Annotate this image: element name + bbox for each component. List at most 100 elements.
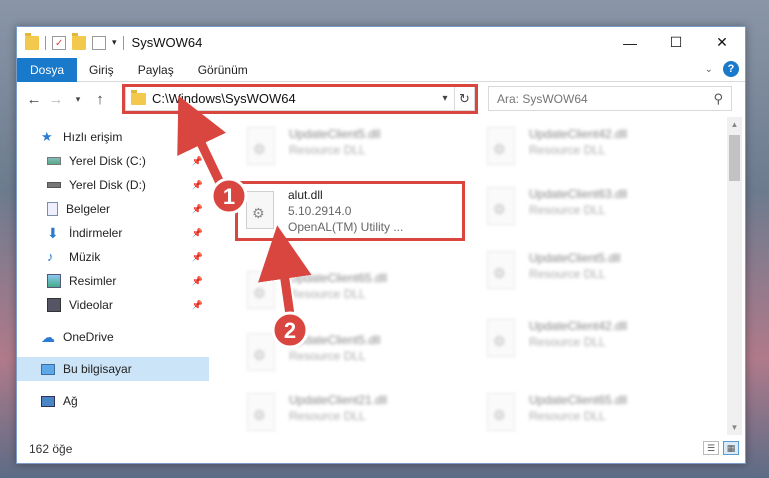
pin-icon[interactable]: 📌 [192, 300, 203, 311]
sidebar-item-label: Yerel Disk (D:) [69, 178, 146, 192]
pictures-icon [47, 274, 61, 288]
file-item[interactable]: ⚙ UpdateClient65.dll Resource DLL [241, 267, 461, 317]
file-description: Resource DLL [529, 267, 606, 281]
back-arrow-icon[interactable]: ← [23, 91, 45, 108]
download-icon: ⬇ [47, 225, 59, 241]
folder-icon [25, 32, 39, 50]
scroll-up-icon[interactable]: ▲ [727, 117, 742, 132]
file-description: OpenAL(TM) Utility ... [288, 220, 404, 234]
sidebar-item-downloads[interactable]: ⬇ İndirmeler 📌 [17, 221, 209, 245]
file-item[interactable]: ⚙ UpdateClient5.dll Resource DLL [241, 123, 461, 173]
sidebar-item-videos[interactable]: Videolar 📌 [17, 293, 209, 317]
window-controls: — ☐ ✕ [607, 27, 745, 58]
sidebar-item-documents[interactable]: Belgeler 📌 [17, 197, 209, 221]
star-icon: ★ [41, 129, 53, 144]
sidebar-item-local-disk-c[interactable]: Yerel Disk (C:) 📌 [17, 149, 209, 173]
file-description: Resource DLL [529, 203, 606, 217]
sidebar-item-onedrive[interactable]: ☁ OneDrive [17, 325, 209, 349]
toolbar-divider [122, 35, 124, 50]
dll-file-icon: ⚙ [481, 315, 521, 363]
file-description: Resource DLL [529, 143, 606, 157]
sidebar-item-network[interactable]: Ağ [17, 389, 209, 413]
window-title: SysWOW64 [131, 35, 203, 50]
file-item[interactable]: ⚙ UpdateClient42.dll Resource DLL [481, 315, 701, 365]
file-item[interactable]: ⚙ UpdateClient65.dll Resource DLL [481, 389, 701, 435]
dll-file-icon: ⚙ [241, 123, 281, 171]
file-name: UpdateClient42.dll [529, 127, 628, 141]
sidebar-item-music[interactable]: ♪ Müzik 📌 [17, 245, 209, 269]
file-version: 5.10.2914.0 [288, 204, 352, 218]
file-description: Resource DLL [289, 143, 366, 157]
file-item[interactable]: ⚙ UpdateClient42.dll Resource DLL [481, 123, 701, 173]
file-item[interactable]: ⚙ UpdateClient5.dll Resource DLL [481, 247, 701, 297]
file-description: Resource DLL [289, 287, 366, 301]
file-list: ⚙ UpdateClient5.dll Resource DLL ⚙ Update… [213, 117, 726, 435]
drive-icon [47, 182, 61, 188]
cloud-icon: ☁ [41, 329, 55, 345]
tab-file[interactable]: Dosya [17, 57, 78, 82]
sidebar-item-label: Hızlı erişim [63, 130, 123, 144]
file-item-alut-dll[interactable]: ⚙ alut.dll 5.10.2914.0 OpenAL(TM) Utilit… [235, 181, 465, 241]
search-input[interactable] [497, 91, 687, 106]
pin-icon[interactable]: 📌 [192, 180, 203, 191]
tiles-view-icon[interactable]: ▦ [723, 441, 739, 455]
sidebar-item-label: Videolar [69, 298, 113, 312]
tab-home[interactable]: Giriş [77, 58, 126, 82]
ribbon-tabs: Dosya Giriş Paylaş Görünüm ⌄ ? [17, 57, 745, 82]
file-name: UpdateClient5.dll [289, 333, 381, 347]
file-name: UpdateClient5.dll [289, 127, 381, 141]
search-icon[interactable]: ⚲ [713, 91, 723, 107]
file-item[interactable]: ⚙ UpdateClient63.dll Resource DLL [481, 183, 701, 233]
music-icon: ♪ [47, 249, 54, 264]
minimize-button[interactable]: — [607, 27, 653, 58]
videos-icon [47, 298, 61, 312]
maximize-button[interactable]: ☐ [653, 27, 699, 58]
file-name: UpdateClient65.dll [529, 393, 628, 407]
dll-file-icon: ⚙ [241, 267, 281, 315]
sidebar-item-label: Yerel Disk (C:) [69, 154, 146, 168]
sidebar-item-label: Bu bilgisayar [63, 362, 132, 376]
sidebar-item-label: OneDrive [63, 330, 114, 344]
details-view-icon[interactable]: ☰ [703, 441, 719, 455]
pin-icon[interactable]: 📌 [192, 204, 203, 215]
file-item[interactable]: ⚙ UpdateClient5.dll Resource DLL [241, 329, 461, 379]
new-folder-icon[interactable] [72, 32, 86, 50]
tab-share[interactable]: Paylaş [126, 58, 186, 82]
search-box[interactable]: ⚲ [488, 86, 732, 111]
dll-file-icon: ⚙ [481, 247, 521, 295]
drive-icon [47, 157, 61, 165]
ribbon-right: ⌄ ? [705, 61, 739, 77]
sidebar-item-this-pc[interactable]: Bu bilgisayar [17, 357, 209, 381]
pin-icon[interactable]: 📌 [192, 252, 203, 263]
title-bar: ✓ ▾ SysWOW64 — ☐ ✕ [17, 27, 745, 58]
sidebar-item-pictures[interactable]: Resimler 📌 [17, 269, 209, 293]
sidebar-item-local-disk-d[interactable]: Yerel Disk (D:) 📌 [17, 173, 209, 197]
chevron-down-icon[interactable]: ▾ [112, 37, 117, 48]
close-button[interactable]: ✕ [699, 27, 745, 58]
tab-view[interactable]: Görünüm [186, 58, 260, 82]
file-description: Resource DLL [289, 349, 366, 363]
vertical-scrollbar[interactable]: ▲ ▼ [727, 117, 742, 435]
rename-icon[interactable] [92, 35, 106, 50]
computer-icon [41, 363, 55, 375]
recent-locations-chevron-icon[interactable]: ▾ [67, 94, 89, 105]
help-icon[interactable]: ? [723, 61, 739, 77]
sidebar-item-quick-access[interactable]: ★ Hızlı erişim [17, 125, 209, 149]
quick-access-toolbar: ✓ ▾ [17, 32, 124, 50]
pin-icon[interactable]: 📌 [192, 228, 203, 239]
dll-file-icon: ⚙ [241, 389, 281, 435]
expand-ribbon-icon[interactable]: ⌄ [705, 64, 713, 75]
file-item[interactable]: ⚙ UpdateClient21.dll Resource DLL [241, 389, 461, 435]
sidebar-item-label: Belgeler [66, 202, 111, 216]
scroll-down-icon[interactable]: ▼ [727, 420, 742, 435]
navigation-pane: ★ Hızlı erişim Yerel Disk (C:) 📌 Yerel D… [17, 117, 212, 435]
pin-icon[interactable]: 📌 [192, 276, 203, 287]
file-description: Resource DLL [529, 409, 606, 423]
forward-arrow-icon[interactable]: → [45, 91, 67, 108]
dll-file-icon: ⚙ [481, 389, 521, 435]
properties-icon[interactable]: ✓ [52, 35, 66, 50]
up-arrow-icon[interactable]: ↑ [89, 91, 111, 108]
address-highlight-box [122, 84, 478, 114]
scrollbar-thumb[interactable] [729, 135, 740, 181]
pin-icon[interactable]: 📌 [192, 156, 203, 167]
